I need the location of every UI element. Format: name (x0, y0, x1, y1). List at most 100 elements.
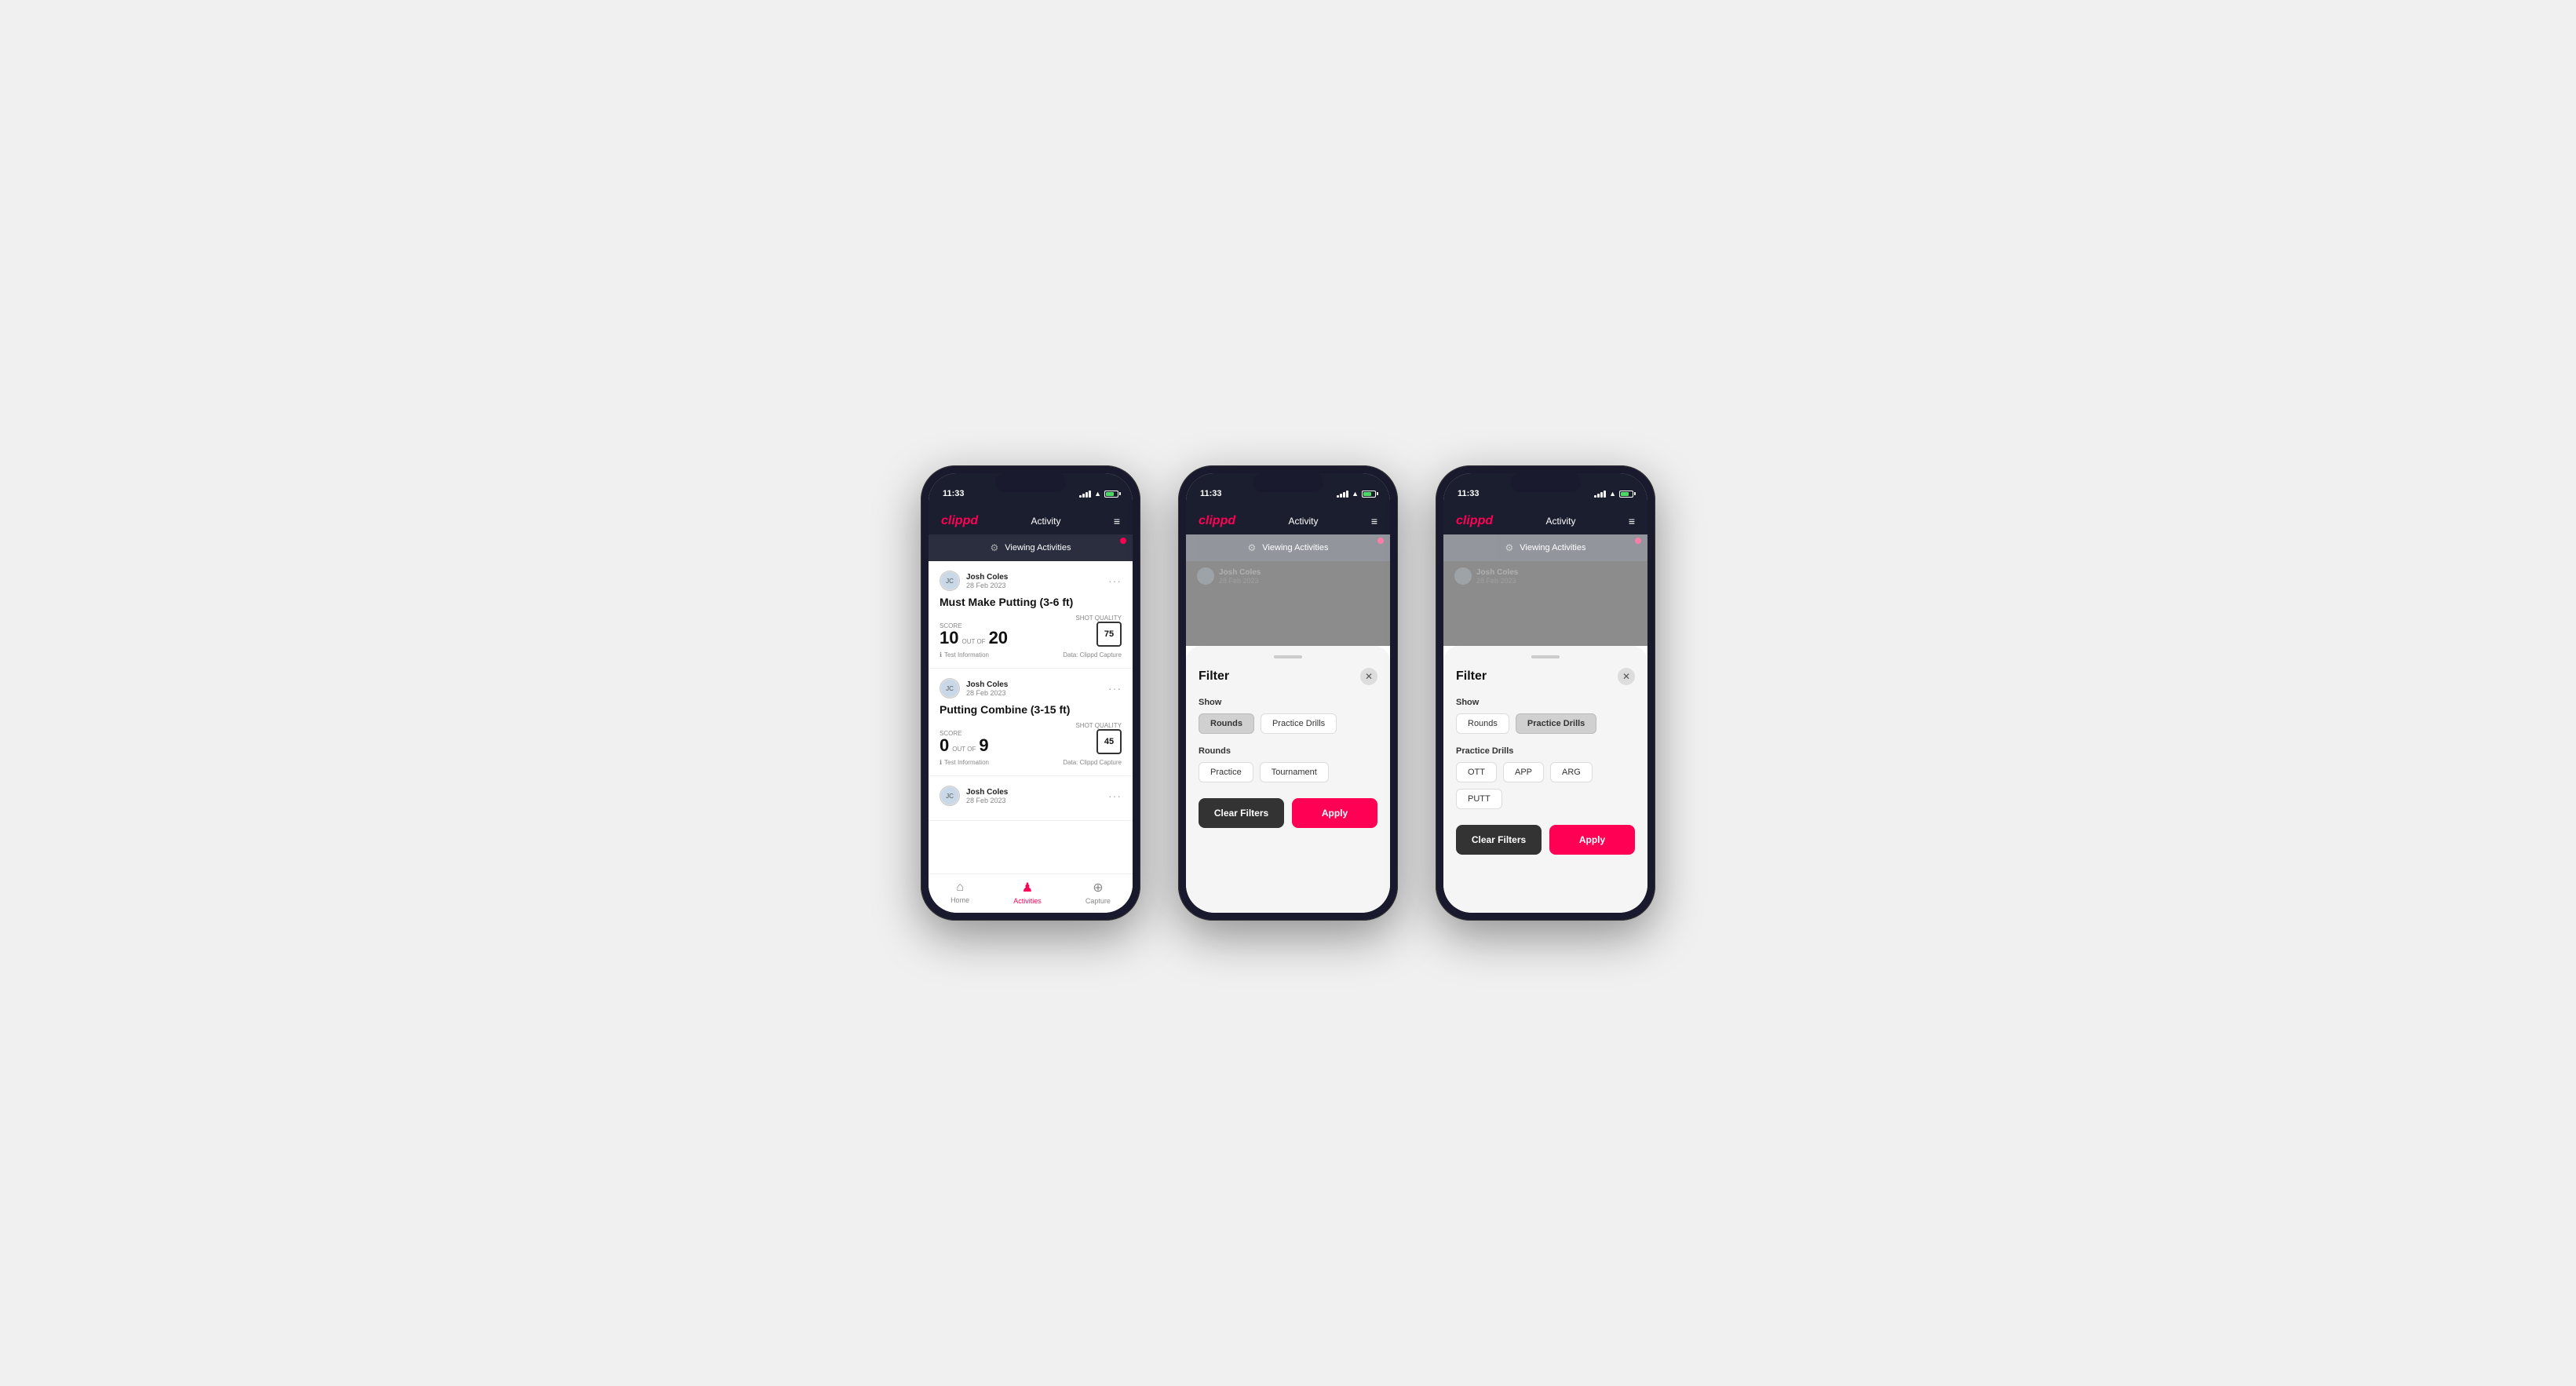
sq-value-0: 75 (1104, 629, 1114, 639)
chip-ott-3[interactable]: OTT (1456, 762, 1497, 782)
phone-3: 11:33 ▲ clippd Activity (1436, 465, 1655, 921)
card-footer-1: ℹ Test Information Data: Clippd Capture (940, 759, 1122, 766)
notch-1 (995, 473, 1066, 492)
user-name-2: Josh Coles (966, 788, 1008, 797)
sq-value-1: 45 (1104, 737, 1114, 746)
score-row-1: 0 OUT OF 9 (940, 737, 989, 754)
card-title-0: Must Make Putting (3-6 ft) (940, 596, 1122, 608)
menu-icon-1[interactable]: ≡ (1114, 515, 1120, 527)
out-of-0: OUT OF (961, 638, 985, 647)
sq-group-1: Shot Quality 45 (1075, 722, 1122, 754)
filter-icon-1: ⚙ (991, 542, 999, 553)
avatar-2: JC (940, 786, 960, 806)
user-name-1: Josh Coles (966, 680, 1008, 689)
banner-dot-3 (1635, 538, 1641, 544)
card-user-2: JC Josh Coles 28 Feb 2023 (940, 786, 1008, 806)
chip-tournament-2[interactable]: Tournament (1260, 762, 1329, 782)
close-filter-3[interactable]: ✕ (1618, 668, 1635, 685)
show-label-3: Show (1456, 698, 1635, 707)
filter-actions-3: Clear Filters Apply (1456, 825, 1635, 855)
info-icon-0: ℹ (940, 651, 942, 658)
chip-rounds-2[interactable]: Rounds (1199, 713, 1254, 734)
screen-2: 11:33 ▲ clippd Activity (1186, 473, 1390, 913)
clear-filters-btn-2[interactable]: Clear Filters (1199, 798, 1284, 828)
shots-value-0: 20 (989, 629, 1008, 647)
nav-home[interactable]: ⌂ Home (950, 881, 969, 904)
card-stats-1: Score 0 OUT OF 9 Shot Quality 45 (940, 722, 1122, 754)
phone-1: 11:33 ▲ clippd Activity (921, 465, 1140, 921)
card-user-1: JC Josh Coles 28 Feb 2023 (940, 678, 1008, 698)
dimmed-card-3: Josh Coles 28 Feb 2023 (1443, 561, 1647, 594)
score-value-0: 10 (940, 629, 958, 647)
filter-sheet-3: Filter ✕ Show Rounds Practice Drills Pra… (1443, 646, 1647, 913)
wifi-icon-1: ▲ (1094, 490, 1101, 498)
battery-icon-3 (1619, 491, 1633, 498)
chip-arg-3[interactable]: ARG (1550, 762, 1593, 782)
nav-capture[interactable]: ⊕ Capture (1085, 880, 1111, 905)
chip-practice-drills-2[interactable]: Practice Drills (1261, 713, 1337, 734)
user-info-2: Josh Coles 28 Feb 2023 (966, 788, 1008, 804)
viewing-banner-1[interactable]: ⚙ Viewing Activities (929, 534, 1133, 561)
avatar-inner-1: JC (941, 680, 958, 697)
status-time-3: 11:33 (1458, 489, 1480, 498)
user-date-2: 28 Feb 2023 (966, 797, 1008, 804)
logo-2: clippd (1199, 514, 1235, 528)
logo-1: clippd (941, 514, 978, 528)
dimmed-card-2: Josh Coles 28 Feb 2023 (1186, 561, 1390, 594)
dimmed-content-3: Josh Coles 28 Feb 2023 (1443, 561, 1647, 646)
nav-bar-3: clippd Activity ≡ (1443, 508, 1647, 534)
chip-practice-drills-3[interactable]: Practice Drills (1516, 713, 1596, 734)
menu-icon-2[interactable]: ≡ (1371, 515, 1377, 527)
card-user-0: JC Josh Coles 28 Feb 2023 (940, 571, 1008, 591)
chip-app-3[interactable]: APP (1503, 762, 1544, 782)
card-stats-0: Score 10 OUT OF 20 Shot Quality 75 (940, 615, 1122, 647)
menu-icon-3[interactable]: ≡ (1629, 515, 1635, 527)
shots-value-1: 9 (979, 737, 988, 754)
viewing-text-2: Viewing Activities (1262, 543, 1328, 553)
more-dots-1[interactable]: ··· (1108, 682, 1122, 695)
card-footer-0: ℹ Test Information Data: Clippd Capture (940, 651, 1122, 658)
filter-icon-3: ⚙ (1505, 542, 1514, 553)
sq-label-0: Shot Quality (1075, 615, 1122, 622)
apply-btn-2[interactable]: Apply (1292, 798, 1377, 828)
filter-sheet-2: Filter ✕ Show Rounds Practice Drills Rou… (1186, 646, 1390, 913)
signal-icon-1 (1079, 491, 1091, 498)
user-date-0: 28 Feb 2023 (966, 582, 1008, 589)
card-header-0: JC Josh Coles 28 Feb 2023 ··· (940, 571, 1122, 591)
avatar-0: JC (940, 571, 960, 591)
nav-activities[interactable]: ♟ Activities (1013, 880, 1042, 905)
chip-rounds-3[interactable]: Rounds (1456, 713, 1509, 734)
viewing-banner-2: ⚙ Viewing Activities (1186, 534, 1390, 561)
more-dots-2[interactable]: ··· (1108, 790, 1122, 802)
apply-btn-3[interactable]: Apply (1549, 825, 1635, 855)
screen-1: 11:33 ▲ clippd Activity (929, 473, 1133, 913)
wifi-icon-2: ▲ (1352, 490, 1359, 498)
more-dots-0[interactable]: ··· (1108, 574, 1122, 587)
chip-practice-2[interactable]: Practice (1199, 762, 1253, 782)
status-icons-1: ▲ (1079, 490, 1118, 498)
user-date-1: 28 Feb 2023 (966, 689, 1008, 697)
status-icons-3: ▲ (1594, 490, 1633, 498)
filter-title-2: Filter (1199, 669, 1229, 684)
data-label-1: Data: Clippd Capture (1063, 759, 1122, 766)
clear-filters-btn-3[interactable]: Clear Filters (1456, 825, 1542, 855)
filter-icon-2: ⚙ (1248, 542, 1257, 553)
viewing-text-3: Viewing Activities (1520, 543, 1585, 553)
activity-card-1: JC Josh Coles 28 Feb 2023 ··· Putting Co… (929, 669, 1133, 776)
activities-label: Activities (1013, 897, 1042, 905)
close-filter-2[interactable]: ✕ (1360, 668, 1377, 685)
info-label-1: Test Information (944, 759, 989, 766)
score-group-1: Score 0 OUT OF 9 (940, 730, 989, 754)
notch-3 (1510, 473, 1581, 492)
logo-3: clippd (1456, 514, 1493, 528)
banner-dot-2 (1377, 538, 1384, 544)
sheet-header-2: Filter ✕ (1199, 668, 1377, 685)
activity-card-2: JC Josh Coles 28 Feb 2023 ··· (929, 776, 1133, 821)
activity-card-0: JC Josh Coles 28 Feb 2023 ··· Must Make … (929, 561, 1133, 669)
out-of-1: OUT OF (952, 746, 976, 754)
rounds-label-2: Rounds (1199, 746, 1377, 756)
sq-label-1: Shot Quality (1075, 722, 1122, 729)
chip-putt-3[interactable]: PUTT (1456, 789, 1502, 809)
info-icon-1: ℹ (940, 759, 942, 766)
user-info-0: Josh Coles 28 Feb 2023 (966, 573, 1008, 589)
